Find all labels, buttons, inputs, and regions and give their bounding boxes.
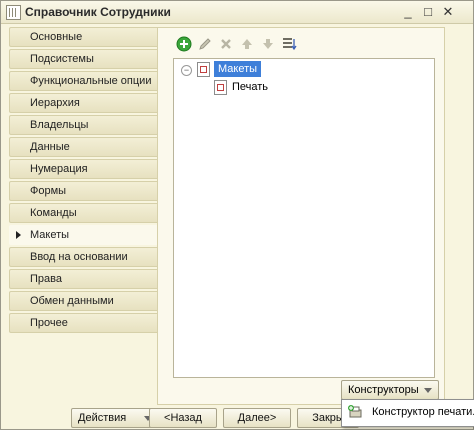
templates-folder-icon: [197, 62, 210, 77]
actions-button[interactable]: Действия: [71, 408, 159, 428]
sidebar-item-commands[interactable]: Команды: [9, 203, 157, 223]
sidebar: Основные Подсистемы Функциональные опции…: [9, 27, 157, 335]
template-doc-icon: [214, 80, 227, 95]
sidebar-item-templates[interactable]: Макеты: [9, 225, 157, 245]
sidebar-item-numbering[interactable]: Нумерация: [9, 159, 157, 179]
back-button[interactable]: <Назад: [149, 408, 217, 428]
sidebar-item-label: Команды: [30, 207, 77, 219]
sidebar-item-label: Нумерация: [30, 163, 88, 175]
sidebar-item-data-exchange[interactable]: Обмен данными: [9, 291, 157, 311]
chevron-down-icon: [424, 388, 432, 393]
sort-list-icon[interactable]: [281, 36, 297, 52]
sidebar-item-input-on-basis[interactable]: Ввод на основании: [9, 247, 157, 267]
sidebar-item-label: Основные: [30, 31, 83, 43]
app-icon: [6, 5, 21, 20]
close-button[interactable]: ✕: [439, 3, 457, 20]
next-button[interactable]: Далее>: [223, 408, 291, 428]
sidebar-item-label: Формы: [30, 185, 67, 197]
sidebar-item-label: Обмен данными: [30, 295, 114, 307]
tree-node-templates[interactable]: Макеты: [214, 61, 262, 77]
sidebar-item-rights[interactable]: Права: [9, 269, 157, 289]
actions-label: Действия: [78, 412, 127, 424]
sidebar-item-owners[interactable]: Владельцы: [9, 115, 157, 135]
sidebar-item-other[interactable]: Прочее: [9, 313, 157, 333]
sidebar-item-functional-options[interactable]: Функциональные опции: [9, 71, 157, 91]
minimize-button[interactable]: _: [399, 3, 417, 20]
templates-panel: − Макеты Печать Конструкторы: [157, 27, 445, 405]
sidebar-item-label: Права: [30, 273, 62, 285]
move-down-icon[interactable]: [260, 36, 276, 52]
window-title: Справочник Сотрудники: [25, 5, 171, 19]
edit-icon[interactable]: [197, 36, 213, 52]
sidebar-item-podsistemy[interactable]: Подсистемы: [9, 49, 157, 69]
add-icon[interactable]: [176, 36, 192, 52]
templates-tree[interactable]: − Макеты Печать: [173, 58, 435, 378]
collapse-icon[interactable]: −: [181, 65, 192, 76]
title-bar[interactable]: Справочник Сотрудники _ □ ✕: [1, 1, 473, 24]
sidebar-item-label: Подсистемы: [30, 53, 94, 65]
move-up-icon[interactable]: [239, 36, 255, 52]
sidebar-item-label: Данные: [30, 141, 70, 153]
constructors-button[interactable]: Конструкторы: [341, 380, 439, 400]
sidebar-item-label: Прочее: [30, 317, 68, 329]
maximize-button[interactable]: □: [419, 3, 437, 20]
sidebar-item-hierarchy[interactable]: Иерархия: [9, 93, 157, 113]
designer-window: Справочник Сотрудники _ □ ✕ Основные Под…: [0, 0, 474, 430]
menu-item-print-constructor[interactable]: Конструктор печати...: [372, 406, 474, 418]
constructors-dropdown-menu: Конструктор печати...: [341, 399, 474, 427]
delete-icon[interactable]: [218, 36, 234, 52]
active-marker-icon: [16, 231, 21, 239]
sidebar-item-forms[interactable]: Формы: [9, 181, 157, 201]
constructors-label: Конструкторы: [348, 384, 419, 396]
sidebar-item-label: Функциональные опции: [30, 75, 152, 87]
print-constructor-icon: [348, 405, 362, 418]
sidebar-item-label: Макеты: [30, 229, 70, 241]
tree-node-print[interactable]: Печать: [232, 79, 268, 95]
sidebar-item-label: Владельцы: [30, 119, 89, 131]
sidebar-item-label: Ввод на основании: [30, 251, 128, 263]
sidebar-item-osnovnye[interactable]: Основные: [9, 27, 157, 47]
sidebar-item-data[interactable]: Данные: [9, 137, 157, 157]
sidebar-item-label: Иерархия: [30, 97, 80, 109]
